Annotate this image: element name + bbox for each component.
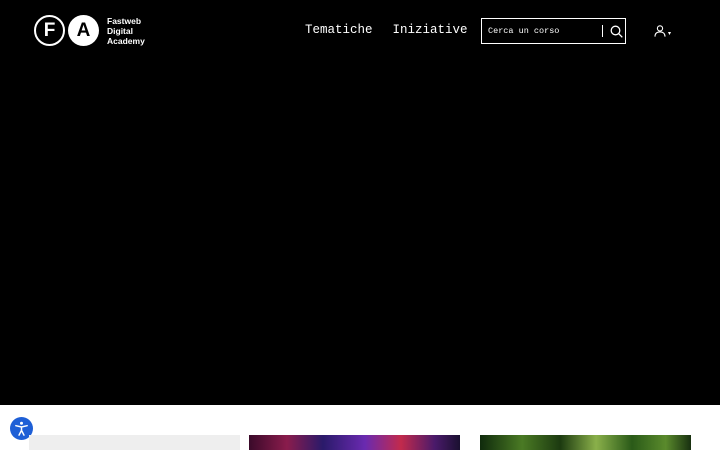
search-box [481,18,626,44]
search-icon[interactable] [607,22,625,40]
course-card-2[interactable] [249,435,460,450]
user-menu[interactable]: ▾ [654,24,671,42]
hero-section: F A Fastweb Digital Academy Tematiche In… [0,0,720,405]
brand-name: Fastweb Digital Academy [107,15,145,46]
main-nav: Tematiche Iniziative [305,23,488,37]
logo-a-mark: A [68,15,99,46]
nav-item-iniziative[interactable]: Iniziative [393,23,468,37]
user-icon [654,24,666,42]
course-card-3[interactable] [480,435,691,450]
nav-item-tematiche[interactable]: Tematiche [305,23,373,37]
course-card-1[interactable] [29,435,240,450]
brand-logo[interactable]: F A Fastweb Digital Academy [34,15,169,46]
search-divider [602,25,603,37]
caret-down-icon: ▾ [668,30,672,37]
logo-f-mark: F [34,15,65,46]
search-input[interactable] [482,26,596,36]
